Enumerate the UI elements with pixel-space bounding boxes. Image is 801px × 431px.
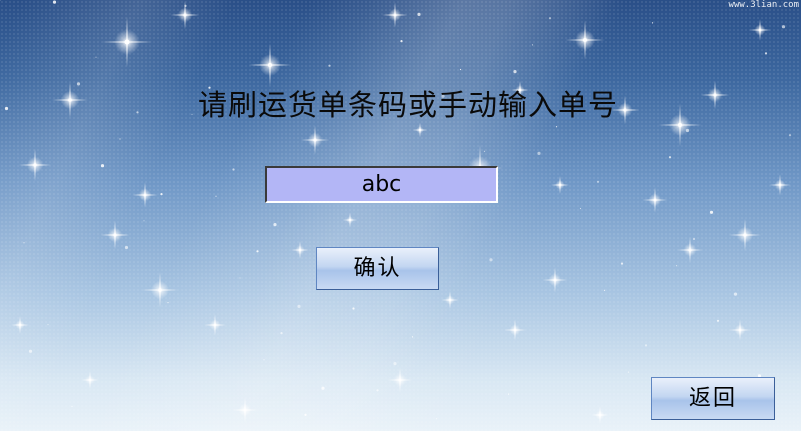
confirm-button[interactable]: 确认 xyxy=(316,247,439,290)
dot-pattern xyxy=(0,0,801,431)
watermark-text: www.3lian.com xyxy=(728,0,799,10)
back-button[interactable]: 返回 xyxy=(651,377,775,420)
sparkle-stars-decoration xyxy=(0,0,792,424)
scan-waybill-screen: www.3lian.com 请刷运货单条码或手动输入单号 确认 返回 xyxy=(0,0,801,431)
light-rays xyxy=(0,0,801,431)
waybill-number-input[interactable] xyxy=(265,166,498,203)
scan-prompt-heading: 请刷运货单条码或手动输入单号 xyxy=(197,88,618,122)
